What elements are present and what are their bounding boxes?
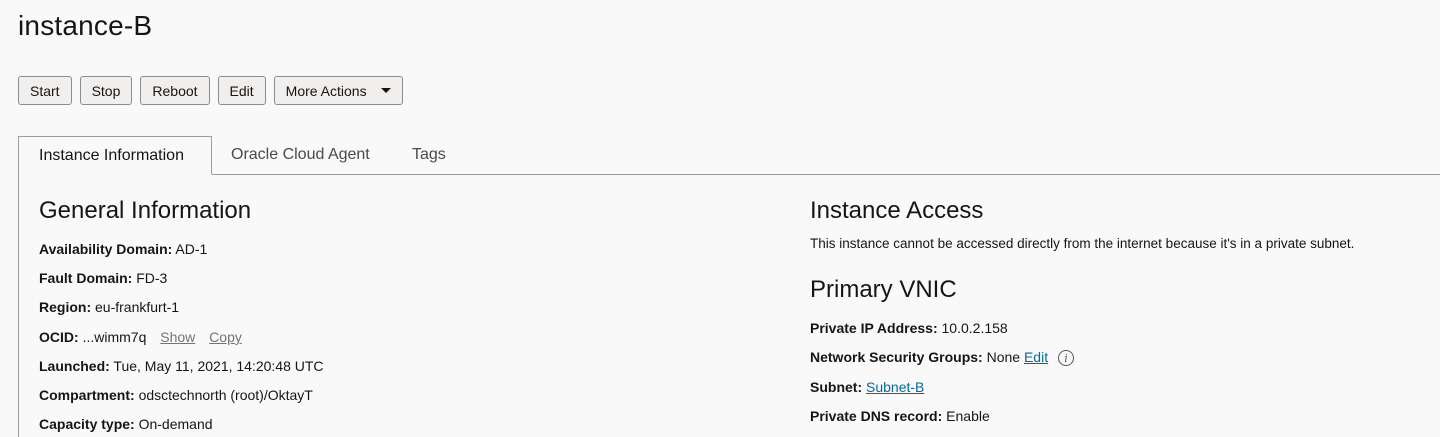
- availability-domain-value: AD-1: [175, 241, 208, 257]
- capacity-type-label: Capacity type:: [39, 416, 135, 432]
- private-ip-row: Private IP Address: 10.0.2.158: [810, 320, 1008, 336]
- compartment-label: Compartment:: [39, 387, 135, 403]
- ocid-show-link[interactable]: Show: [160, 329, 195, 345]
- page-title: instance-B: [18, 10, 153, 41]
- private-ip-label: Private IP Address:: [810, 320, 938, 336]
- launched-value: Tue, May 11, 2021, 14:20:48 UTC: [113, 358, 324, 374]
- compartment-value: odsctechnorth (root)/OktayT: [138, 387, 313, 403]
- tab-tags[interactable]: Tags: [412, 136, 446, 174]
- start-button[interactable]: Start: [18, 76, 72, 105]
- private-dns-label: Private DNS record:: [810, 408, 943, 424]
- capacity-type-row: Capacity type: On-demand: [39, 416, 213, 432]
- subnet-row: Subnet: Subnet-B: [810, 379, 924, 395]
- more-actions-button[interactable]: More Actions: [273, 76, 403, 105]
- subnet-link[interactable]: Subnet-B: [866, 379, 924, 395]
- region-row: Region: eu-frankfurt-1: [39, 299, 179, 315]
- region-value: eu-frankfurt-1: [95, 299, 180, 315]
- caret-down-icon: [380, 88, 391, 93]
- action-toolbar: Start Stop Reboot Edit More Actions: [18, 76, 403, 105]
- private-dns-value: Enable: [946, 408, 990, 424]
- launched-row: Launched: Tue, May 11, 2021, 14:20:48 UT…: [39, 358, 324, 374]
- instance-access-heading: Instance Access: [810, 197, 984, 224]
- private-ip-value: 10.0.2.158: [941, 320, 1008, 336]
- ocid-copy-link[interactable]: Copy: [209, 329, 242, 345]
- fault-domain-value: FD-3: [136, 270, 168, 286]
- instance-details-page: instance-B Start Stop Reboot Edit More A…: [0, 0, 1440, 437]
- more-actions-label: More Actions: [285, 82, 367, 99]
- availability-domain-label: Availability Domain:: [39, 241, 173, 257]
- nsg-row: Network Security Groups: None Edit i: [810, 349, 1074, 367]
- ocid-row: OCID: ...wimm7q Show Copy: [39, 329, 242, 345]
- private-dns-row: Private DNS record: Enable: [810, 408, 990, 424]
- ocid-value: ...wimm7q: [82, 329, 147, 345]
- stop-button[interactable]: Stop: [79, 76, 133, 105]
- edit-button[interactable]: Edit: [217, 76, 266, 105]
- reboot-button[interactable]: Reboot: [140, 76, 210, 105]
- nsg-edit-link[interactable]: Edit: [1024, 349, 1048, 365]
- general-information-heading: General Information: [39, 197, 252, 224]
- ocid-label: OCID:: [39, 329, 79, 345]
- capacity-type-value: On-demand: [138, 416, 213, 432]
- instance-access-message: This instance cannot be accessed directl…: [810, 236, 1355, 251]
- info-icon[interactable]: i: [1057, 350, 1074, 367]
- tab-bar: Instance Information Oracle Cloud Agent …: [18, 136, 1440, 175]
- primary-vnic-heading: Primary VNIC: [810, 276, 957, 303]
- fault-domain-row: Fault Domain: FD-3: [39, 270, 167, 286]
- availability-domain-row: Availability Domain: AD-1: [39, 241, 207, 257]
- tab-instance-information[interactable]: Instance Information: [18, 136, 212, 175]
- compartment-row: Compartment: odsctechnorth (root)/OktayT: [39, 387, 313, 403]
- launched-label: Launched:: [39, 358, 110, 374]
- tab-oracle-cloud-agent[interactable]: Oracle Cloud Agent: [231, 136, 370, 174]
- nsg-label: Network Security Groups:: [810, 349, 983, 365]
- region-label: Region:: [39, 299, 92, 315]
- panel-border: [18, 174, 19, 437]
- nsg-value: None: [986, 349, 1021, 365]
- subnet-label: Subnet:: [810, 379, 863, 395]
- fault-domain-label: Fault Domain:: [39, 270, 133, 286]
